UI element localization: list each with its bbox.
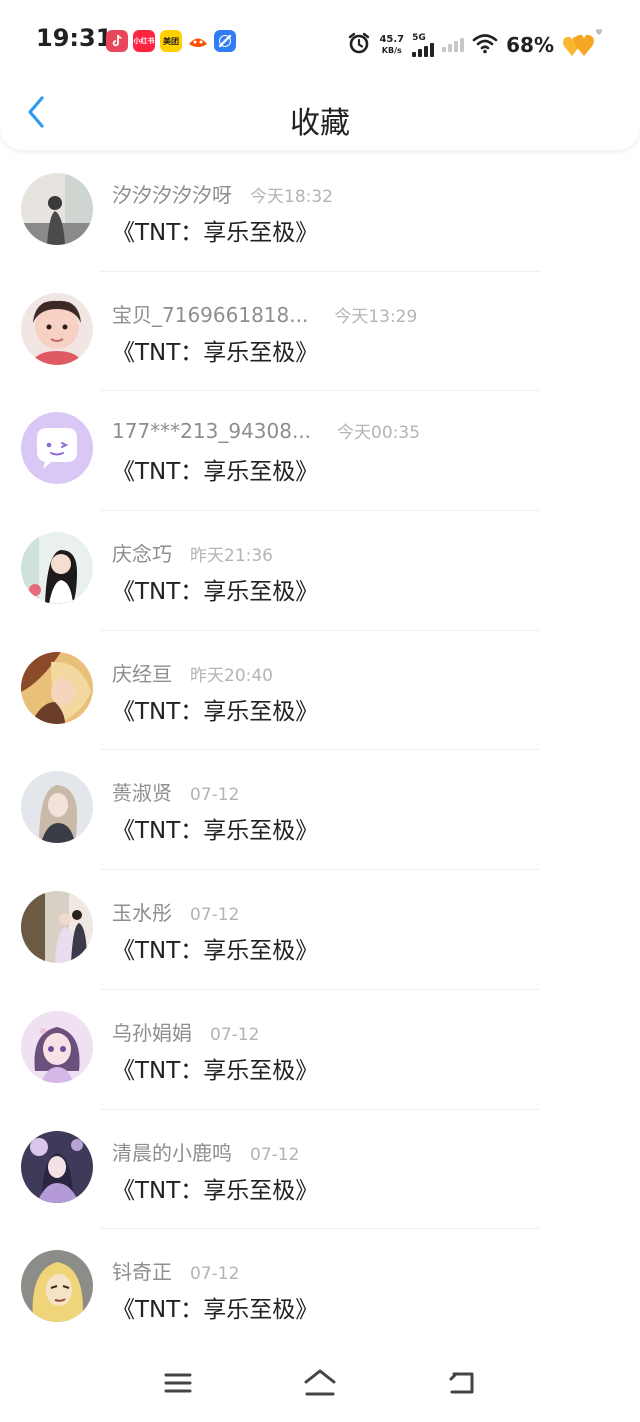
- avatar: [21, 1130, 93, 1203]
- back-icon: [446, 1370, 478, 1400]
- work-title: 《TNT：享乐至极》: [112, 1177, 319, 1204]
- item-meta: 庆念巧 昨天21:36: [112, 538, 273, 567]
- item-meta: 177***213_94308... 今天00:35: [112, 418, 420, 443]
- browser-icon: [214, 30, 236, 52]
- work-title: 《TNT：享乐至极》: [112, 818, 319, 845]
- user-name: 庆经亘: [112, 661, 172, 686]
- net-speed-unit: KB/s: [381, 46, 402, 55]
- user-name: 177***213_94308...: [112, 419, 312, 444]
- favorite-time: 07-12: [190, 1264, 240, 1285]
- system-nav-bar: [0, 1346, 640, 1422]
- item-meta: 清晨的小鹿鸣 07-12: [112, 1137, 299, 1166]
- user-name: 乌孙娟娟: [112, 1020, 192, 1045]
- list-item[interactable]: 177***213_94308... 今天00:35 《TNT：享乐至极》: [0, 391, 640, 512]
- douyin-icon: [106, 30, 128, 52]
- page-title: 收藏: [290, 106, 350, 141]
- signal-bars-secondary-icon: [442, 38, 465, 52]
- back-nav-button[interactable]: [439, 1362, 485, 1408]
- list-item[interactable]: 宝贝_7169661818... 今天13:29 《TNT：享乐至极》: [0, 272, 640, 392]
- home-icon: [302, 1368, 338, 1402]
- signal-5g: 5G: [412, 33, 435, 57]
- item-meta: 宝贝_7169661818... 今天13:29: [112, 299, 417, 328]
- item-meta: 乌孙娟娟 07-12: [112, 1017, 259, 1046]
- favorite-time: 07-12: [210, 1024, 260, 1045]
- list-item[interactable]: 庆念巧 昨天21:36 《TNT：享乐至极》: [0, 511, 640, 631]
- user-name: 庆念巧: [112, 542, 172, 567]
- item-meta: 蒉淑贤 07-12: [112, 777, 239, 806]
- hearts-icon: [562, 26, 602, 64]
- favorite-time: 昨天21:36: [190, 546, 273, 567]
- xiaohongshu-icon: 小红书: [133, 30, 155, 52]
- avatar: [21, 1010, 93, 1083]
- alarm-icon: [347, 31, 371, 59]
- notification-icons: 小红书 美团: [106, 30, 236, 52]
- avatar: [21, 1250, 93, 1323]
- list-item[interactable]: 清晨的小鹿鸣 07-12 《TNT：享乐至极》: [0, 1110, 640, 1230]
- favorite-time: 昨天20:40: [190, 665, 273, 686]
- signal-bars-icon: [412, 43, 435, 57]
- status-right: 45.7 KB/s 5G 68%: [347, 26, 602, 64]
- avatar: [21, 173, 93, 245]
- user-name: 钭奇正: [112, 1260, 172, 1285]
- work-title: 《TNT：享乐至极》: [112, 938, 319, 965]
- work-title: 《TNT：享乐至极》: [112, 220, 319, 246]
- favorite-time: 07-12: [190, 905, 240, 926]
- avatar: [21, 651, 93, 724]
- favorite-time: 今天13:29: [334, 306, 418, 327]
- header: 19:31 小红书 美团 45.7 KB/s 5G 68% 收藏: [0, 0, 640, 150]
- item-meta: 汐汐汐汐汐呀 今天18:32: [112, 179, 333, 208]
- user-name: 汐汐汐汐汐呀: [112, 183, 232, 207]
- network-type: 5G: [412, 33, 426, 43]
- status-time: 19:31: [36, 24, 113, 52]
- net-speed: 45.7 KB/s: [379, 34, 404, 56]
- user-name: 玉水彤: [112, 901, 172, 926]
- favorite-time: 07-12: [190, 785, 240, 806]
- user-name: 蒉淑贤: [112, 781, 172, 806]
- title-bar: 收藏: [0, 84, 640, 150]
- user-name: 清晨的小鹿鸣: [112, 1140, 232, 1165]
- favorites-list: 汐汐汐汐汐呀 今天18:32 《TNT：享乐至极》 宝贝_7169661818.…: [0, 152, 640, 1349]
- home-button[interactable]: [297, 1362, 343, 1408]
- favorite-time: 07-12: [250, 1144, 300, 1165]
- net-speed-value: 45.7: [379, 34, 405, 45]
- work-title: 《TNT：享乐至极》: [112, 579, 319, 606]
- list-item[interactable]: 钭奇正 07-12 《TNT：享乐至极》: [0, 1229, 640, 1349]
- item-meta: 玉水彤 07-12: [112, 897, 239, 926]
- item-meta: 钭奇正 07-12: [112, 1256, 239, 1285]
- avatar: [21, 891, 93, 964]
- work-title: 《TNT：享乐至极》: [112, 339, 319, 366]
- work-title: 《TNT：享乐至极》: [112, 459, 319, 486]
- work-title: 《TNT：享乐至极》: [112, 1297, 319, 1324]
- work-title: 《TNT：享乐至极》: [112, 698, 319, 725]
- item-meta: 庆经亘 昨天20:40: [112, 658, 273, 687]
- list-item[interactable]: 乌孙娟娟 07-12 《TNT：享乐至极》: [0, 990, 640, 1110]
- avatar: [21, 532, 93, 605]
- list-item[interactable]: 玉水彤 07-12 《TNT：享乐至极》: [0, 870, 640, 990]
- status-bar: 19:31 小红书 美团 45.7 KB/s 5G 68%: [0, 0, 640, 84]
- avatar: [21, 771, 93, 844]
- favorite-time: 今天00:35: [337, 423, 421, 444]
- taobao-icon: [187, 30, 209, 52]
- avatar: [21, 292, 93, 365]
- work-title: 《TNT：享乐至极》: [112, 1057, 319, 1084]
- list-item[interactable]: 汐汐汐汐汐呀 今天18:32 《TNT：享乐至极》: [0, 152, 640, 272]
- meituan-icon: 美团: [160, 30, 182, 52]
- avatar: [21, 412, 93, 485]
- menu-button[interactable]: [155, 1362, 201, 1408]
- list-item[interactable]: 蒉淑贤 07-12 《TNT：享乐至极》: [0, 750, 640, 871]
- list-item[interactable]: 庆经亘 昨天20:40 《TNT：享乐至极》: [0, 631, 640, 751]
- battery-level: 68%: [506, 33, 554, 57]
- favorite-time: 今天18:32: [250, 187, 333, 207]
- user-name: 宝贝_7169661818...: [112, 302, 309, 327]
- wifi-icon: [472, 32, 498, 58]
- menu-icon: [163, 1371, 193, 1399]
